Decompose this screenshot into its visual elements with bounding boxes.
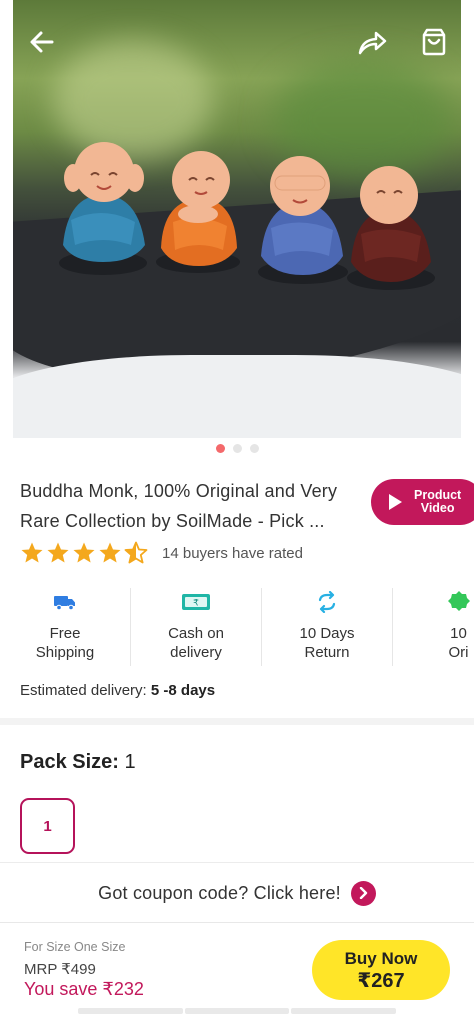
star-full-icon	[21, 542, 43, 563]
feature-free-shipping[interactable]: Free Shipping	[0, 588, 131, 666]
feature-return-policy[interactable]: 10 Days Return	[262, 588, 393, 666]
you-save-text: You save ₹232	[24, 979, 144, 999]
svg-text:₹: ₹	[193, 599, 199, 609]
share-icon	[358, 31, 387, 55]
truck-icon	[54, 596, 75, 611]
product-video-label: Video	[420, 501, 455, 515]
section-divider	[0, 718, 474, 725]
monk-figurines-illustration	[59, 142, 435, 290]
feature-label: Cash on	[168, 625, 224, 642]
product-image-gallery[interactable]	[0, 0, 474, 438]
estimated-delivery: Estimated delivery: 5 -8 days	[20, 682, 215, 699]
pack-size-option-selected[interactable]: 1	[20, 798, 75, 854]
feature-label: Shipping	[35, 644, 95, 661]
back-button[interactable]	[22, 22, 62, 62]
product-title: Buddha Monk, 100% Original and Very Rare…	[20, 476, 365, 536]
feature-label: 10 Days	[299, 625, 355, 642]
rating-row[interactable]: 14 buyers have rated	[20, 541, 303, 565]
feature-cash-on-delivery[interactable]: ₹ Cash on delivery	[131, 588, 262, 666]
gallery-pagination	[216, 444, 259, 453]
buy-now-button[interactable]: Buy Now ₹267	[312, 940, 450, 1000]
feature-label: Ori	[448, 644, 469, 661]
cart-button[interactable]	[414, 22, 454, 62]
share-button[interactable]	[352, 22, 392, 62]
product-title-line: Buddha Monk, 100% Original and Very	[20, 481, 338, 501]
checkout-bar: For Size One Size MRP ₹499 You save ₹232…	[0, 922, 474, 1014]
buy-now-label: Buy Now	[344, 948, 418, 968]
product-title-line: Rare Collection by SoilMade - Pick ...	[20, 511, 325, 531]
cash-icon: ₹	[182, 594, 210, 610]
original-badge-icon	[447, 591, 470, 611]
buy-now-price: ₹267	[357, 969, 405, 992]
feature-label: Return	[304, 644, 350, 661]
star-full-icon	[99, 542, 121, 563]
gesture-bar	[78, 1008, 397, 1014]
gallery-dot[interactable]	[233, 444, 242, 453]
arrow-left-icon	[30, 31, 54, 53]
divider	[0, 862, 474, 863]
return-arrows-icon	[318, 591, 336, 613]
chevron-right-icon	[350, 880, 376, 906]
rating-stars	[20, 541, 148, 565]
play-icon	[389, 494, 402, 510]
gallery-dot[interactable]	[216, 444, 225, 453]
product-image[interactable]	[13, 0, 461, 438]
mrp-price: MRP ₹499	[24, 961, 96, 978]
feature-label: Free	[49, 625, 81, 642]
star-full-icon	[47, 542, 69, 563]
coupon-link[interactable]: Got coupon code? Click here!	[0, 876, 474, 910]
estimated-delivery-label: Estimated delivery:	[20, 682, 147, 699]
gallery-dot[interactable]	[250, 444, 259, 453]
rating-count-text: 14 buyers have rated	[162, 544, 303, 562]
feature-label: 10	[450, 625, 467, 642]
product-video-button[interactable]: Product Video	[371, 479, 474, 525]
feature-original[interactable]: 10 Ori	[393, 588, 474, 666]
star-full-icon	[73, 542, 95, 563]
shopping-bag-icon	[422, 28, 446, 56]
feature-strip[interactable]: Free Shipping ₹ Cash on delivery 10 Days…	[0, 588, 474, 666]
pack-size-label: Pack Size:	[20, 751, 119, 773]
pack-size-value: 1	[124, 751, 136, 773]
coupon-text: Got coupon code? Click here!	[98, 882, 341, 903]
estimated-delivery-value: 5 -8 days	[150, 682, 216, 699]
size-note: For Size One Size	[24, 940, 126, 954]
pack-size-heading: Pack Size: 1	[20, 751, 136, 774]
feature-label: delivery	[170, 644, 222, 661]
star-half-icon	[124, 541, 148, 564]
